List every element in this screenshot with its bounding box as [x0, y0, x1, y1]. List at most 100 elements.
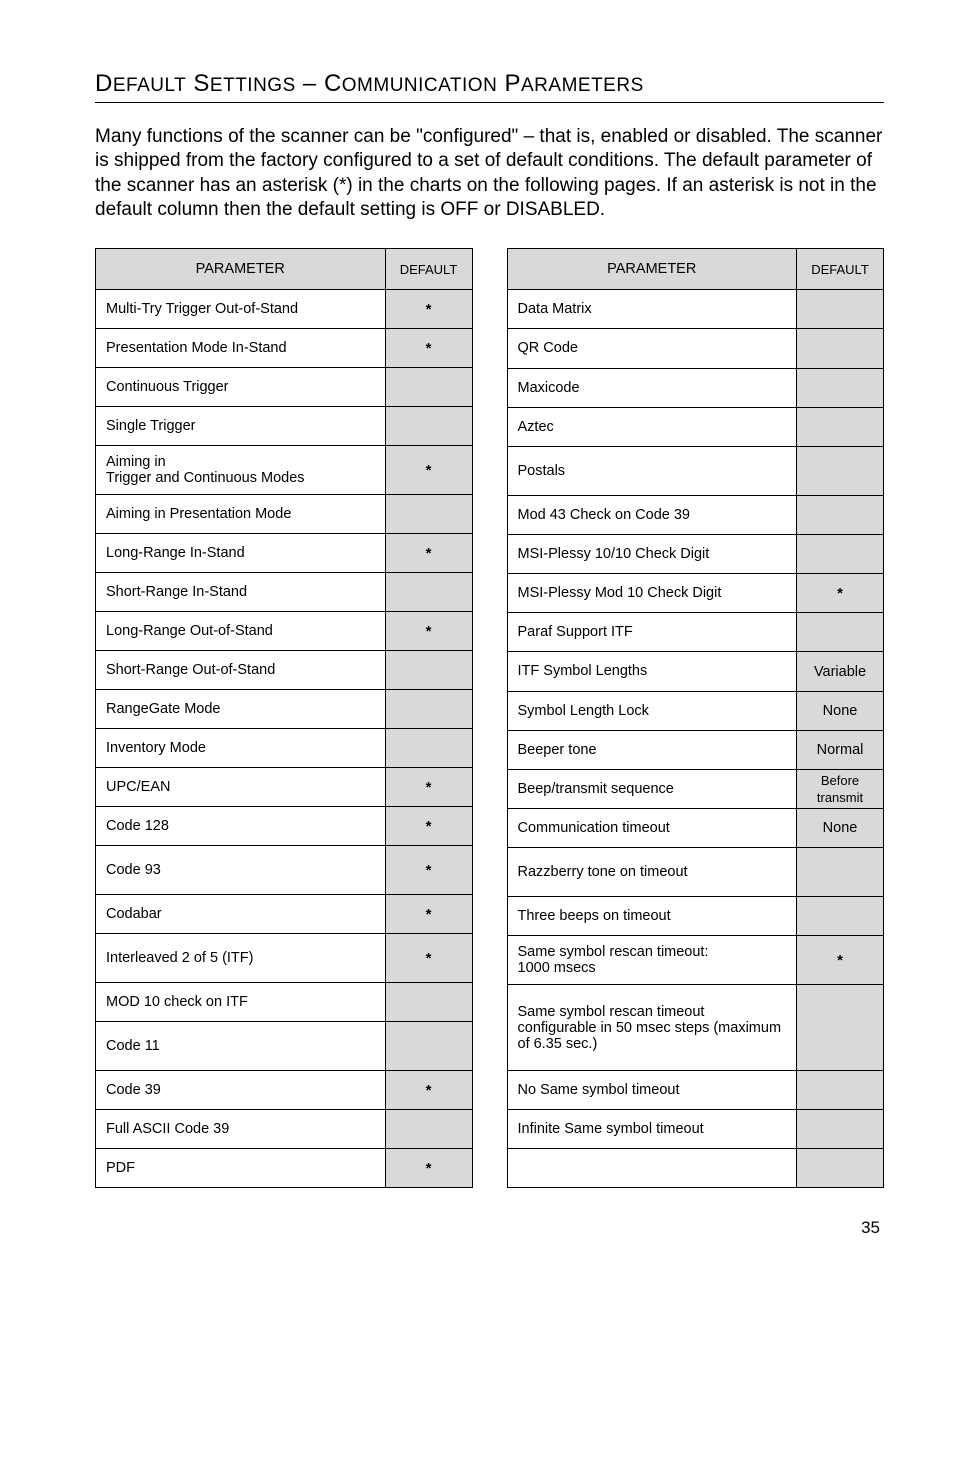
- param-default: None: [797, 691, 884, 730]
- table-row: Infinite Same symbol timeout: [507, 1109, 884, 1148]
- table-row: Aztec: [507, 407, 884, 446]
- param-label: Aiming in Presentation Mode: [96, 495, 386, 534]
- param-default: Before transmit: [797, 769, 884, 808]
- param-default: Variable: [797, 652, 884, 691]
- param-label: UPC/EAN: [96, 768, 386, 807]
- param-default: *: [385, 846, 472, 895]
- table-row: Presentation Mode In-Stand*: [96, 329, 473, 368]
- param-label: Multi-Try Trigger Out-of-Stand: [96, 290, 386, 329]
- param-label: Beep/transmit sequence: [507, 769, 797, 808]
- param-label: Presentation Mode In-Stand: [96, 329, 386, 368]
- page-number: 35: [95, 1218, 884, 1238]
- table-row: Short-Range In-Stand: [96, 573, 473, 612]
- param-label: Aiming inTrigger and Continuous Modes: [96, 446, 386, 495]
- param-label: Maxicode: [507, 368, 797, 407]
- left-table: PARAMETER DEFAULT Multi-Try Trigger Out-…: [95, 248, 473, 1188]
- param-default: *: [385, 1071, 472, 1110]
- table-row: Inventory Mode: [96, 729, 473, 768]
- table-row: MSI-Plessy 10/10 Check Digit: [507, 535, 884, 574]
- param-label: Code 128: [96, 807, 386, 846]
- param-label: Code 39: [96, 1071, 386, 1110]
- table-row: Long-Range In-Stand*: [96, 534, 473, 573]
- table-row: Aiming in Presentation Mode: [96, 495, 473, 534]
- param-label: MOD 10 check on ITF: [96, 983, 386, 1022]
- intro-paragraph: Many functions of the scanner can be "co…: [95, 125, 884, 222]
- param-default: [797, 495, 884, 534]
- param-default: [797, 368, 884, 407]
- table-row: Razzberry tone on timeout: [507, 848, 884, 897]
- param-default: [385, 368, 472, 407]
- param-label: ITF Symbol Lengths: [507, 652, 797, 691]
- table-row: Full ASCII Code 39: [96, 1110, 473, 1149]
- table-row: Single Trigger: [96, 407, 473, 446]
- table-row: Mod 43 Check on Code 39: [507, 495, 884, 534]
- param-label: No Same symbol timeout: [507, 1070, 797, 1109]
- param-label: Code 93: [96, 846, 386, 895]
- table-row: Data Matrix: [507, 290, 884, 329]
- table-row: Three beeps on timeout: [507, 897, 884, 936]
- left-header-param: PARAMETER: [96, 249, 386, 290]
- param-label: MSI-Plessy 10/10 Check Digit: [507, 535, 797, 574]
- param-default: [385, 690, 472, 729]
- param-default: *: [385, 895, 472, 934]
- param-default: [385, 651, 472, 690]
- param-default: *: [385, 534, 472, 573]
- param-default: [797, 290, 884, 329]
- param-default: *: [385, 768, 472, 807]
- param-label: Full ASCII Code 39: [96, 1110, 386, 1149]
- table-row: Symbol Length LockNone: [507, 691, 884, 730]
- table-row: QR Code: [507, 329, 884, 368]
- param-label: RangeGate Mode: [96, 690, 386, 729]
- param-default: *: [385, 290, 472, 329]
- param-default: None: [797, 808, 884, 847]
- table-row: Multi-Try Trigger Out-of-Stand*: [96, 290, 473, 329]
- param-default: *: [385, 329, 472, 368]
- table-row: Code 128*: [96, 807, 473, 846]
- param-label: Mod 43 Check on Code 39: [507, 495, 797, 534]
- table-row: Beeper toneNormal: [507, 730, 884, 769]
- table-row: Beep/transmit sequenceBefore transmit: [507, 769, 884, 808]
- param-default: [797, 897, 884, 936]
- param-default: [385, 573, 472, 612]
- param-default: Normal: [797, 730, 884, 769]
- right-header-param: PARAMETER: [507, 249, 797, 290]
- param-label: Symbol Length Lock: [507, 691, 797, 730]
- table-row: Codabar*: [96, 895, 473, 934]
- table-row: Continuous Trigger: [96, 368, 473, 407]
- right-table: PARAMETER DEFAULT Data MatrixQR CodeMaxi…: [507, 248, 885, 1188]
- table-row: Postals: [507, 446, 884, 495]
- param-label: Single Trigger: [96, 407, 386, 446]
- param-label: Three beeps on timeout: [507, 897, 797, 936]
- param-default: [797, 848, 884, 897]
- param-default: *: [797, 936, 884, 985]
- param-default: *: [385, 612, 472, 651]
- param-label: Infinite Same symbol timeout: [507, 1109, 797, 1148]
- param-default: [797, 446, 884, 495]
- table-row: Same symbol rescan timeout configurable …: [507, 985, 884, 1070]
- param-default: *: [797, 574, 884, 613]
- param-default: *: [385, 934, 472, 983]
- page-title: DEFAULT SETTINGS – COMMUNICATION PARAMET…: [95, 70, 884, 98]
- param-label: Data Matrix: [507, 290, 797, 329]
- tables-container: PARAMETER DEFAULT Multi-Try Trigger Out-…: [95, 248, 884, 1188]
- param-label: Code 11: [96, 1022, 386, 1071]
- param-label: [507, 1149, 797, 1188]
- param-default: [385, 495, 472, 534]
- table-row: Code 11: [96, 1022, 473, 1071]
- param-default: [385, 407, 472, 446]
- param-label: Continuous Trigger: [96, 368, 386, 407]
- param-default: [797, 1109, 884, 1148]
- param-label: Aztec: [507, 407, 797, 446]
- param-default: *: [385, 1149, 472, 1188]
- param-default: [797, 985, 884, 1070]
- title-rule: [95, 102, 884, 103]
- param-label: Communication timeout: [507, 808, 797, 847]
- table-row: Paraf Support ITF: [507, 613, 884, 652]
- param-default: [385, 983, 472, 1022]
- table-row: Same symbol rescan timeout:1000 msecs*: [507, 936, 884, 985]
- table-row: Code 39*: [96, 1071, 473, 1110]
- param-label: Razzberry tone on timeout: [507, 848, 797, 897]
- right-header-default: DEFAULT: [797, 249, 884, 290]
- table-row: RangeGate Mode: [96, 690, 473, 729]
- param-label: Codabar: [96, 895, 386, 934]
